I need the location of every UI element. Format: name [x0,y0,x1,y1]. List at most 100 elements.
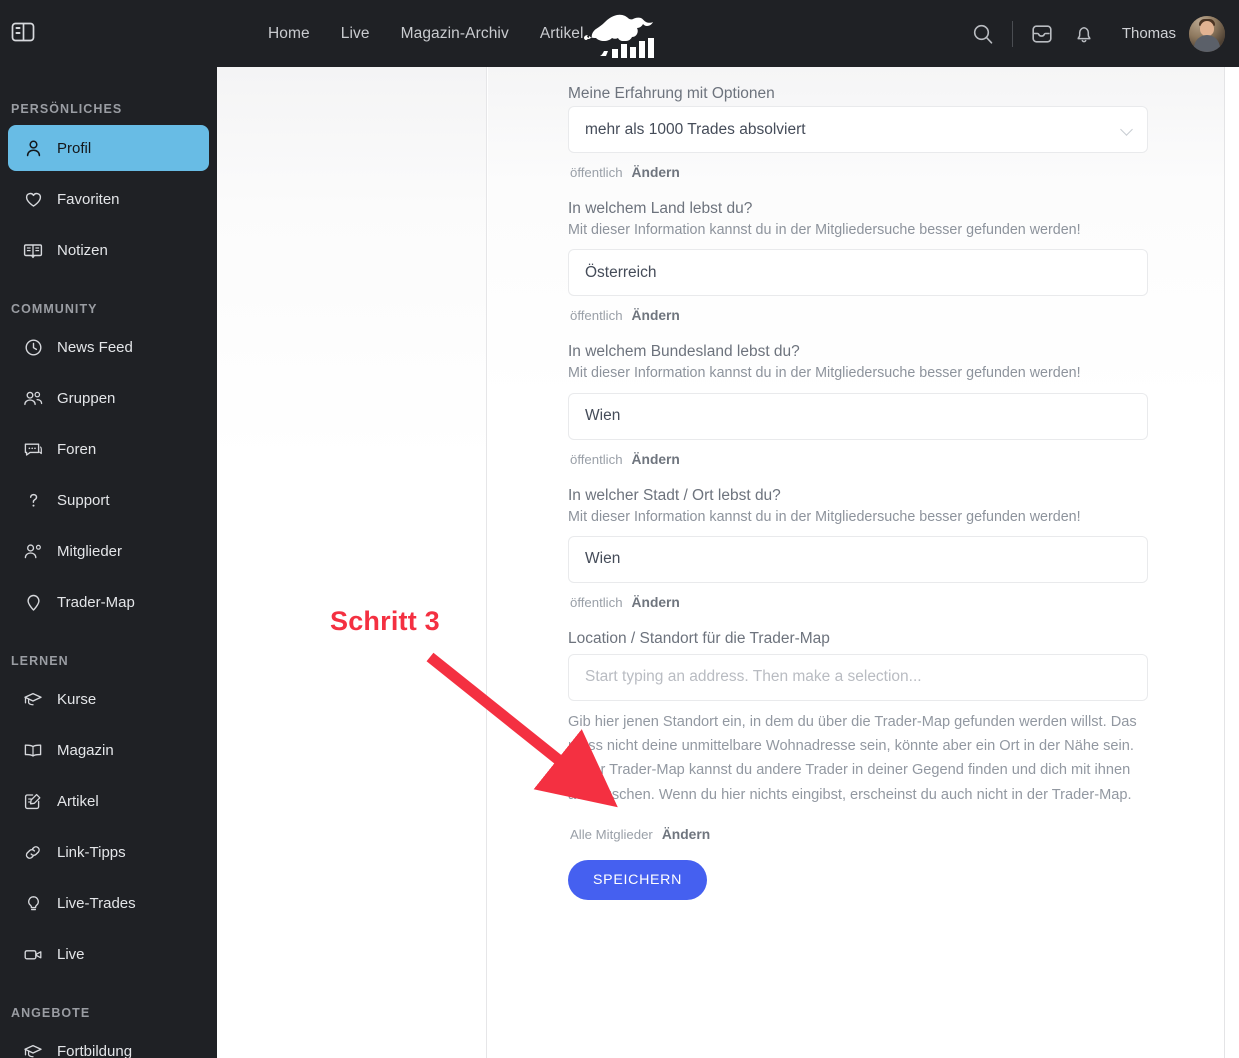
sidebar-section-community: COMMUNITY [11,302,98,316]
sidebar-item-label: Mitglieder [57,542,123,560]
people-icon [22,387,44,409]
save-button[interactable]: SPEICHERN [568,859,708,900]
chat-icon [22,438,44,460]
sidebar-item-mitglieder[interactable]: Mitglieder [8,528,209,574]
field-label: Location / Standort für die Trader-Map [568,629,830,647]
sidebar-item-magazin[interactable]: Magazin [8,727,209,773]
sidebar-item-link-tipps[interactable]: Link-Tipps [8,829,209,875]
field-trader-map-location: Location / Standort für die Trader-Map S… [568,630,1148,842]
top-right-actions: Thomas [962,0,1225,67]
state-input[interactable]: Wien [568,392,1148,440]
field-label: In welcher Stadt / Ort lebst du? [568,486,781,504]
sidebar-item-label: Link-Tipps [57,843,126,861]
location-input[interactable]: Start typing an address. Then make a sel… [568,653,1148,701]
heart-icon [22,188,44,210]
change-visibility-link[interactable]: Ändern [632,595,680,610]
search-icon[interactable] [962,13,1004,55]
field-erfahrung-optionen: Meine Erfahrung mit Optionen mehr als 10… [568,85,1148,200]
sidebar-item-label: Favoriten [57,190,120,208]
sidebar-item-favoriten[interactable]: Favoriten [8,176,209,222]
sidebar-item-label: Kurse [57,690,97,708]
field-help: Mit dieser Information kannst du in der … [568,365,1081,382]
change-visibility-link[interactable]: Ändern [662,827,710,842]
user-icon [22,137,44,159]
sidebar-item-fortbildung[interactable]: Fortbildung [8,1028,209,1058]
field-value: Wien [585,407,621,425]
clock-icon [22,336,44,358]
field-help: Mit dieser Information kannst du in der … [568,508,1081,525]
question-mark-icon [22,489,44,511]
field-land: In welchem Land lebst du? Mit dieser Inf… [568,200,1148,343]
field-help: Mit dieser Information kannst du in der … [568,222,1081,238]
sidebar-item-label: Live [57,945,85,963]
sidebar-item-live[interactable]: Live [8,931,209,977]
field-bundesland: In welchem Bundesland lebst du? Mit dies… [568,343,1148,486]
sidebar-item-label: Foren [57,440,97,458]
app-root: Home Live Magazin-Archiv Artikel ••• [0,0,1239,1058]
field-value: Österreich [585,263,657,281]
visibility-label: öffentlich [570,451,623,467]
topnav-item-magazin-archiv[interactable]: Magazin-Archiv [401,25,509,43]
sidebar-section-persoenliches: PERSÖNLICHES [11,102,123,116]
field-meta: öffentlich Ändern [568,440,1148,487]
sidebar-item-label: Live-Trades [57,894,136,912]
sidebar-section-angebote: ANGEBOTE [11,1006,91,1020]
sidebar-item-label: Support [57,491,110,509]
topnav-item-live[interactable]: Live [341,25,370,43]
user-avatar[interactable] [1189,15,1225,52]
visibility-label: öffentlich [570,165,623,180]
graduation-cap-icon [22,688,44,710]
field-value: Wien [585,550,621,568]
field-meta: öffentlich Ändern [568,153,1148,200]
sidebar-section-lernen: LERNEN [11,654,69,668]
left-sidebar: PERSÖNLICHES Profil Favoriten Notizen CO… [0,67,217,1058]
field-value: mehr als 1000 Trades absolviert [585,120,806,138]
sidebar-item-kurse[interactable]: Kurse [8,676,209,722]
sidebar-item-live-trades[interactable]: Live-Trades [8,880,209,926]
sidebar-item-news-feed[interactable]: News Feed [8,324,209,370]
location-long-help: Gib hier jenen Standort ein, in dem du ü… [568,713,1137,803]
bell-icon[interactable] [1063,13,1105,55]
link-icon [22,841,44,863]
sidebar-item-trader-map[interactable]: Trader-Map [8,579,209,625]
sidebar-item-profil[interactable]: Profil [8,125,209,171]
visibility-label: Alle Mitglieder [570,826,653,842]
graduation-cap-icon [22,1040,44,1058]
sidebar-item-label: Gruppen [57,389,116,407]
experience-select[interactable]: mehr als 1000 Trades absolviert [568,106,1148,153]
inbox-icon[interactable] [1021,13,1063,55]
sidebar-item-artikel[interactable]: Artikel [8,778,209,824]
main-content-column: Meine Erfahrung mit Optionen mehr als 10… [488,67,1225,1058]
book-icon [22,239,44,261]
right-gutter [1226,67,1239,1058]
change-visibility-link[interactable]: Ändern [632,452,680,467]
field-label: In welchem Bundesland lebst du? [568,343,800,361]
city-input[interactable]: Wien [568,535,1148,583]
field-stadt: In welcher Stadt / Ort lebst du? Mit die… [568,487,1148,630]
bull-chart-logo[interactable] [570,3,670,63]
field-label: Meine Erfahrung mit Optionen [568,85,775,102]
sidebar-item-label: Trader-Map [57,593,135,611]
edit-document-icon [22,790,44,812]
sidebar-item-label: Fortbildung [57,1042,133,1058]
visibility-label: öffentlich [570,594,623,610]
sidebar-item-notizen[interactable]: Notizen [8,227,209,273]
topnav-item-home[interactable]: Home [268,25,310,43]
sidebar-toggle-icon[interactable] [11,21,35,43]
change-visibility-link[interactable]: Ändern [632,165,680,180]
field-meta: öffentlich Ändern [568,296,1148,343]
visibility-label: öffentlich [570,308,623,324]
sidebar-item-gruppen[interactable]: Gruppen [8,375,209,421]
toolbar-divider [1011,20,1013,47]
users-icon [22,540,44,562]
sidebar-item-support[interactable]: Support [8,477,209,523]
sidebar-item-foren[interactable]: Foren [8,426,209,472]
sidebar-item-label: Artikel [57,792,99,810]
secondary-column [217,67,487,1058]
country-input[interactable]: Österreich [568,249,1148,297]
sidebar-item-label: Notizen [57,241,108,259]
change-visibility-link[interactable]: Ändern [632,308,680,323]
username-label[interactable]: Thomas [1122,25,1176,42]
location-placeholder: Start typing an address. Then make a sel… [585,668,922,686]
sidebar-item-label: Magazin [57,741,114,759]
